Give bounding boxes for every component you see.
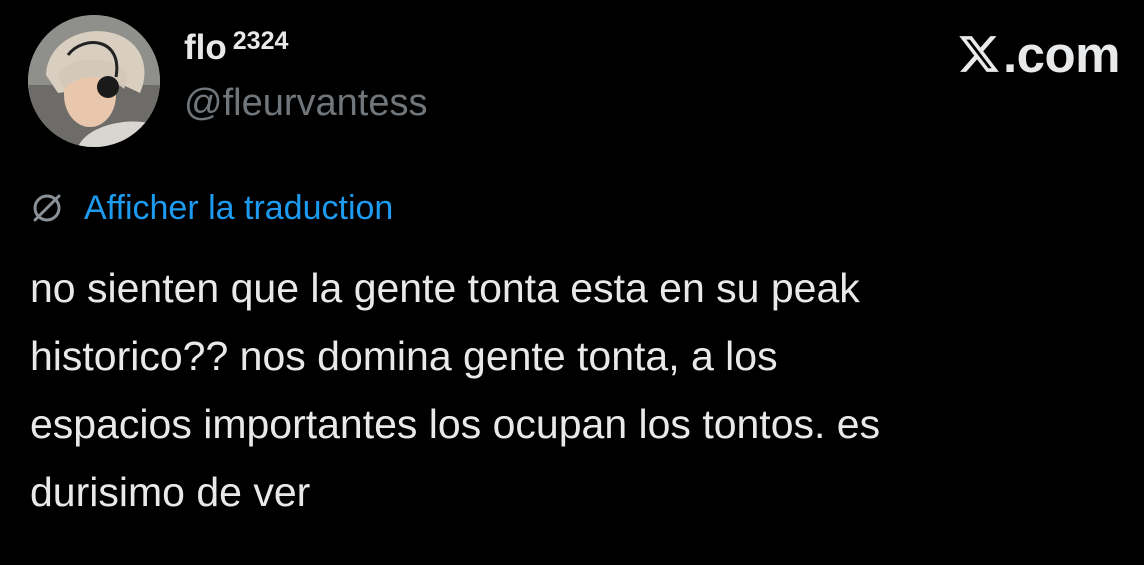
tweet-text-line: no sienten que la gente tonta esta en su… (30, 265, 860, 311)
tweet-text-line: durisimo de ver (30, 469, 311, 515)
author-name-suffix: 2324 (232, 27, 289, 55)
x-logo-icon (959, 36, 999, 72)
globe-icon (33, 194, 61, 222)
show-translation-link[interactable]: Afficher la traduction (84, 191, 393, 225)
tweet-text-line: espacios importantes los ocupan los tont… (30, 401, 881, 447)
author-display-name[interactable]: flo 2324 (184, 27, 289, 67)
brand-watermark: .com (957, 25, 1121, 83)
tweet-text-line: historico?? nos domina gente tonta, a lo… (30, 333, 778, 379)
profile-photo (28, 15, 160, 147)
brand-text: .com (1002, 25, 1121, 83)
show-translation-button[interactable]: Afficher la traduction (30, 188, 393, 228)
tweet-text: no sienten que la gente tonta esta en su… (30, 254, 1120, 526)
author-handle[interactable]: @fleurvantess (184, 84, 427, 122)
avatar[interactable] (28, 15, 160, 147)
author-name: flo (184, 28, 227, 67)
